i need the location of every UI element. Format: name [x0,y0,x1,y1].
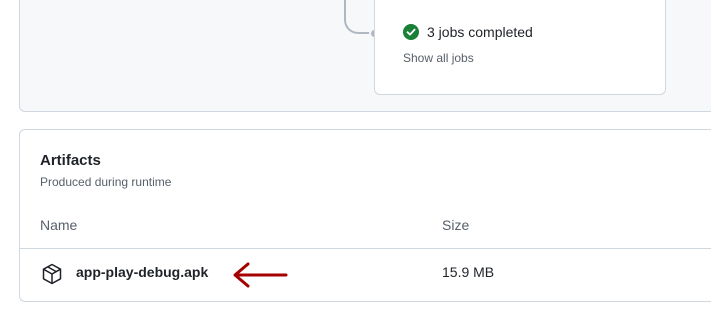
jobs-status-text: 3 jobs completed [427,24,533,40]
jobs-summary-card: 3 jobs completed Show all jobs [374,0,666,95]
artifacts-subtitle: Produced during runtime [40,175,172,189]
artifacts-panel: Artifacts Produced during runtime Name S… [19,129,711,302]
artifact-size: 15.9 MB [442,264,495,280]
package-icon [42,263,62,285]
artifact-row[interactable]: app-play-debug.apk 15.9 MB [20,249,711,301]
column-header-size: Size [442,217,470,233]
column-header-name: Name [40,217,78,233]
red-arrow-icon [233,262,288,288]
artifact-download-link[interactable]: app-play-debug.apk [76,264,208,280]
artifacts-title: Artifacts [40,152,101,169]
jobs-status: 3 jobs completed [403,24,533,40]
check-circle-icon [403,24,419,40]
show-all-jobs-link[interactable]: Show all jobs [403,51,474,65]
